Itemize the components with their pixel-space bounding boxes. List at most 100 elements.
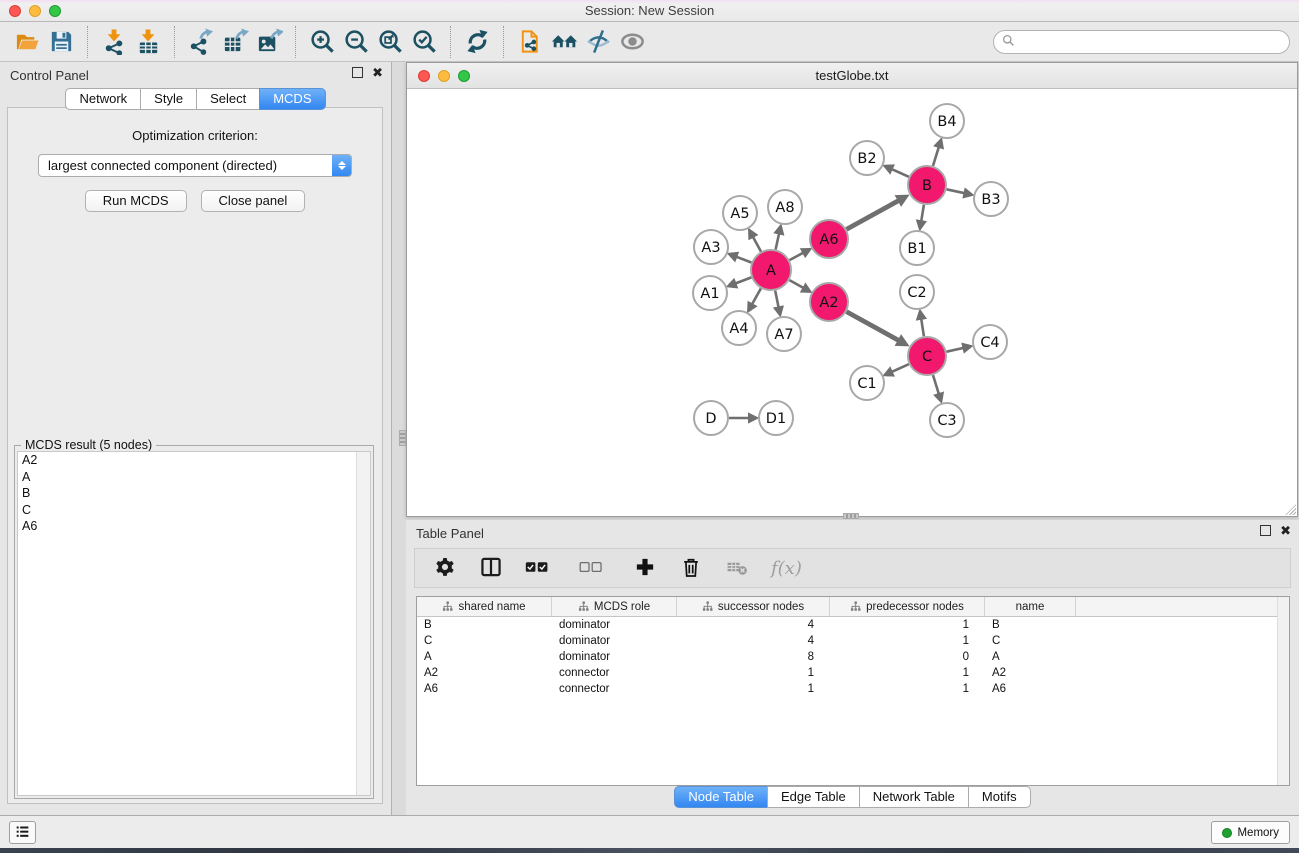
columns-button[interactable] <box>479 555 505 581</box>
optimization-criterion-dropdown[interactable]: largest connected component (directed) <box>38 154 352 177</box>
close-panel-icon[interactable]: ✖ <box>372 67 383 78</box>
cell-successor-nodes[interactable]: 8 <box>677 649 830 665</box>
export-network-button[interactable] <box>184 26 218 58</box>
cell-mcds-role[interactable]: dominator <box>552 633 677 649</box>
graph-node-A6[interactable]: A6 <box>810 220 848 258</box>
edge-B-B4[interactable] <box>933 147 939 166</box>
graph-node-C4[interactable]: C4 <box>973 325 1007 359</box>
cell-predecessor-nodes[interactable]: 1 <box>830 681 985 697</box>
add-column-button[interactable] <box>633 555 659 581</box>
cell-predecessor-nodes[interactable]: 1 <box>830 665 985 681</box>
export-table-button[interactable] <box>218 26 252 58</box>
result-list-item[interactable]: A6 <box>18 518 370 535</box>
memory-button[interactable]: Memory <box>1211 821 1290 844</box>
column-header-name[interactable]: name <box>985 597 1076 616</box>
graph-node-B4[interactable]: B4 <box>930 104 964 138</box>
graph-node-A[interactable]: A <box>751 250 791 290</box>
deselect-all-button[interactable] <box>579 555 613 581</box>
edge-C-C3[interactable] <box>933 375 939 394</box>
edge-A2-C[interactable] <box>847 312 900 341</box>
edge-C-C4[interactable] <box>947 348 964 352</box>
result-list-item[interactable]: A <box>18 469 370 486</box>
show-graphics-details-button[interactable] <box>615 26 649 58</box>
result-list-scrollbar[interactable] <box>356 452 370 795</box>
task-history-button[interactable] <box>9 821 36 844</box>
edge-A-A6[interactable] <box>790 253 804 260</box>
cell-name[interactable]: A2 <box>985 665 1076 681</box>
vertical-splitter-grip[interactable] <box>399 430 406 446</box>
cell-predecessor-nodes[interactable]: 0 <box>830 649 985 665</box>
graph-node-C[interactable]: C <box>908 337 946 375</box>
column-header-predecessor-nodes[interactable]: predecessor nodes <box>830 597 985 616</box>
cell-shared-name[interactable]: B <box>417 617 552 633</box>
edge-C-C2[interactable] <box>921 319 924 337</box>
network-canvas[interactable]: B4B2BB3A5A8A6A3B1AA1C2A2A4A7C4CC1C3DD1 <box>407 89 1297 516</box>
edge-B-B3[interactable] <box>947 189 965 193</box>
cell-name[interactable]: A6 <box>985 681 1076 697</box>
graph-node-A8[interactable]: A8 <box>768 190 802 224</box>
refresh-layout-button[interactable] <box>460 26 494 58</box>
horizontal-splitter-grip[interactable] <box>843 513 859 519</box>
import-table-button[interactable] <box>131 26 165 58</box>
open-session-button[interactable] <box>10 26 44 58</box>
edge-A-A7[interactable] <box>775 291 778 308</box>
tab-network-table[interactable]: Network Table <box>859 786 969 808</box>
gear-button[interactable] <box>433 555 459 581</box>
search-input[interactable] <box>1019 35 1281 49</box>
result-list-item[interactable]: A2 <box>18 452 370 469</box>
cell-successor-nodes[interactable]: 1 <box>677 681 830 697</box>
table-row[interactable]: Cdominator41C <box>417 633 1289 649</box>
float-panel-icon[interactable] <box>352 67 363 78</box>
tab-edge-table[interactable]: Edge Table <box>767 786 860 808</box>
cell-predecessor-nodes[interactable]: 1 <box>830 617 985 633</box>
cell-name[interactable]: C <box>985 633 1076 649</box>
graph-node-D1[interactable]: D1 <box>759 401 793 435</box>
close-table-panel-icon[interactable]: ✖ <box>1280 525 1291 536</box>
table-scrollbar[interactable] <box>1277 597 1289 785</box>
graph-node-D[interactable]: D <box>694 401 728 435</box>
column-header-mcds-role[interactable]: MCDS role <box>552 597 677 616</box>
edge-A-A2[interactable] <box>789 280 803 288</box>
cell-shared-name[interactable]: C <box>417 633 552 649</box>
table-row[interactable]: Adominator80A <box>417 649 1289 665</box>
save-session-button[interactable] <box>44 26 78 58</box>
table-row[interactable]: A2connector11A2 <box>417 665 1289 681</box>
result-list-item[interactable]: B <box>18 485 370 502</box>
select-all-button[interactable] <box>525 555 559 581</box>
table-row[interactable]: Bdominator41B <box>417 617 1289 633</box>
graph-node-B[interactable]: B <box>908 166 946 204</box>
mcds-result-list[interactable]: A2ABCA6 <box>17 451 371 796</box>
tab-style[interactable]: Style <box>140 88 197 110</box>
edge-A-A8[interactable] <box>776 233 780 249</box>
trash-button[interactable] <box>679 555 705 581</box>
delete-table-button[interactable] <box>725 555 751 581</box>
export-image-button[interactable] <box>252 26 286 58</box>
graph-node-C2[interactable]: C2 <box>900 275 934 309</box>
graph-node-A4[interactable]: A4 <box>722 311 756 345</box>
cell-shared-name[interactable]: A6 <box>417 681 552 697</box>
graph-node-A2[interactable]: A2 <box>810 283 848 321</box>
float-table-panel-icon[interactable] <box>1260 525 1271 536</box>
network-graph[interactable]: B4B2BB3A5A8A6A3B1AA1C2A2A4A7C4CC1C3DD1 <box>407 89 1297 516</box>
edge-C-C1[interactable] <box>892 364 909 372</box>
cell-mcds-role[interactable]: dominator <box>552 617 677 633</box>
hide-graphics-details-button[interactable] <box>581 26 615 58</box>
graph-node-B2[interactable]: B2 <box>850 141 884 175</box>
cell-name[interactable]: B <box>985 617 1076 633</box>
graph-node-A7[interactable]: A7 <box>767 317 801 351</box>
new-network-from-selection-button[interactable] <box>513 26 547 58</box>
resize-grip-icon[interactable] <box>1283 502 1296 515</box>
edge-A-A4[interactable] <box>752 288 761 304</box>
column-header-successor-nodes[interactable]: successor nodes <box>677 597 830 616</box>
zoom-in-button[interactable] <box>305 26 339 58</box>
cell-mcds-role[interactable]: dominator <box>552 649 677 665</box>
cell-successor-nodes[interactable]: 4 <box>677 633 830 649</box>
cell-successor-nodes[interactable]: 1 <box>677 665 830 681</box>
graph-node-A1[interactable]: A1 <box>693 276 727 310</box>
cell-mcds-role[interactable]: connector <box>552 681 677 697</box>
zoom-out-button[interactable] <box>339 26 373 58</box>
tab-motifs[interactable]: Motifs <box>968 786 1031 808</box>
graph-node-A5[interactable]: A5 <box>723 196 757 230</box>
import-network-button[interactable] <box>97 26 131 58</box>
zoom-fit-button[interactable] <box>373 26 407 58</box>
